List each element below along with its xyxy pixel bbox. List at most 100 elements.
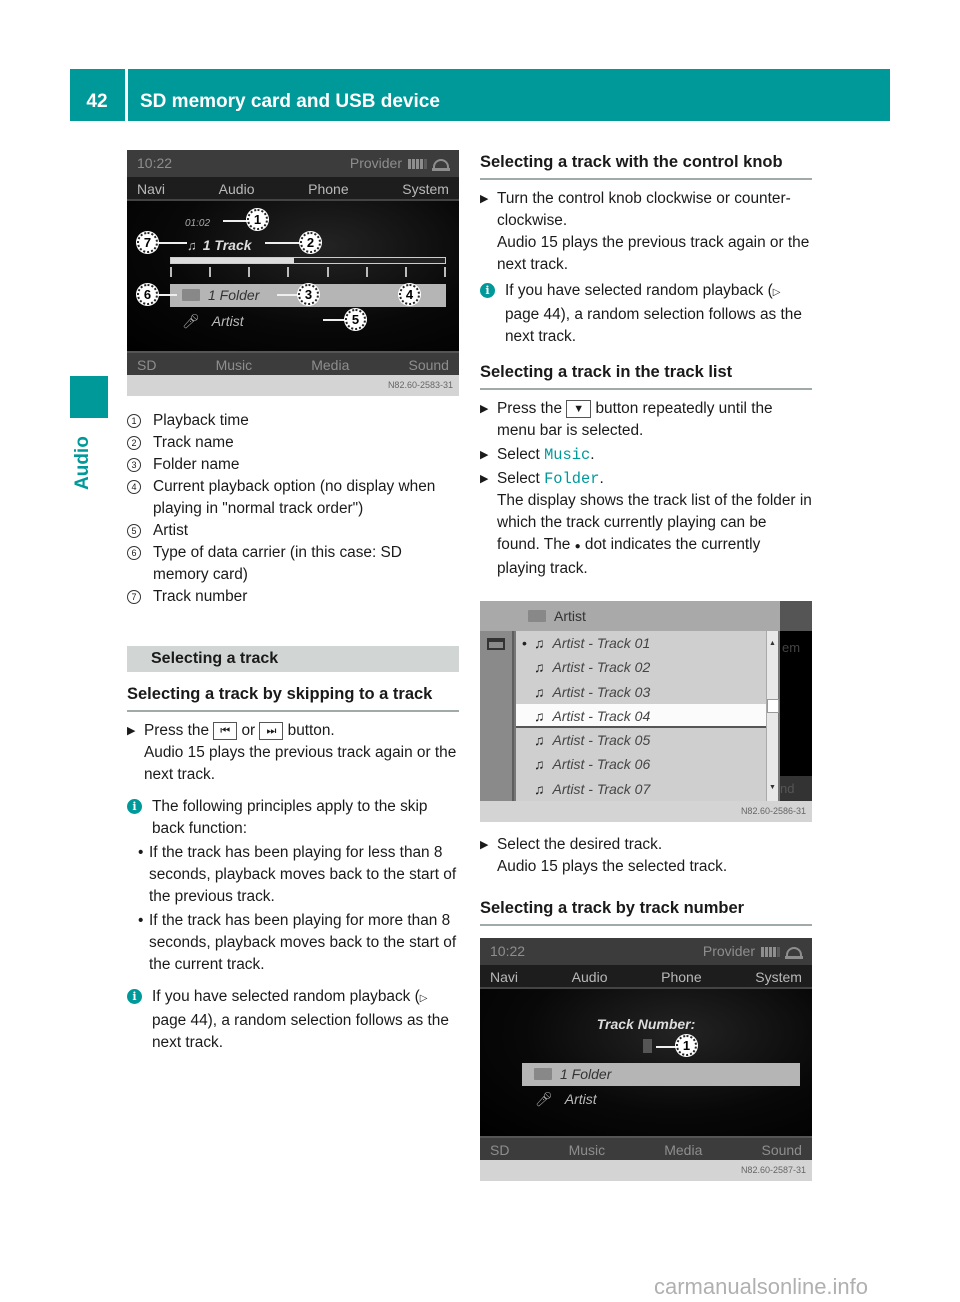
provider-label: Provider (349, 155, 402, 171)
music-note-icon: ♫ (534, 732, 545, 749)
figure-code: N82.60-2586-31 (480, 801, 812, 822)
sd-card-icon (528, 610, 546, 622)
artist-microphone-icon: 🎤︎ (535, 1091, 553, 1107)
instruction-step: ▶ Select Folder. The display shows the t… (480, 468, 812, 580)
folder-up-icon[interactable] (487, 638, 505, 650)
menu-navi[interactable]: Navi (490, 965, 518, 987)
music-note-icon: ♫ (534, 635, 545, 651)
track-list-item[interactable]: ♫ Artist - Track 07 (516, 777, 766, 801)
track-title: Artist - Track 06 (552, 756, 651, 773)
track-list-header: Artist (480, 601, 780, 631)
page-header: 42 SD memory card and USB device (70, 69, 890, 121)
background-display: em nd (780, 601, 812, 801)
info-note: i The following principles apply to the … (127, 796, 459, 840)
menu-item-folder-ref: Folder (544, 470, 600, 488)
legend-item: 4 Current playback option (no display whe… (127, 476, 459, 520)
playback-time: 01:02 (185, 218, 211, 229)
instruction-step: ▶ Select the desired track. Audio 15 play… (480, 834, 812, 878)
progress-bar (170, 257, 446, 264)
page-number: 42 (86, 91, 108, 112)
menu-audio[interactable]: Audio (219, 177, 255, 199)
track-list-sidebar (480, 631, 514, 801)
info-icon: i (127, 989, 142, 1004)
page-ref-arrow-icon: ▷ (772, 287, 781, 298)
heading-track-list: Selecting a track in the track list (480, 360, 812, 390)
track-title: Artist - Track 03 (552, 683, 651, 700)
page-reference-link[interactable]: page 44 (152, 1012, 208, 1029)
info-note: i If you have selected random playback (… (480, 280, 812, 348)
bullet-item: • If the track has been playing for less … (138, 844, 457, 905)
track-title: Artist - Track 07 (552, 780, 651, 797)
track-number-input[interactable] (643, 1039, 652, 1053)
track-list-item[interactable]: ♫ Artist - Track 06 (516, 752, 766, 776)
menu-music[interactable]: Music (569, 1138, 606, 1160)
playing-dot-icon: • (522, 635, 527, 651)
right-column: Selecting a track with the control knob … (480, 150, 812, 1181)
legend-item: 5 Artist (127, 520, 459, 542)
folder-name: 1 Folder (208, 287, 260, 303)
heading-skipping: Selecting a track by skipping to a track (127, 682, 459, 712)
folder-name: 1 Folder (560, 1066, 612, 1082)
callout-5: 5 (345, 309, 366, 330)
track-list-item[interactable]: ♫ Artist - Track 04 (516, 703, 766, 729)
step-result: Audio 15 plays the previous track again … (144, 744, 457, 783)
chapter-title: SD memory card and USB device (140, 91, 440, 112)
callout-leader (656, 1046, 678, 1048)
menu-navi[interactable]: Navi (137, 177, 165, 199)
music-note-icon: ♫ (534, 780, 545, 797)
menu-music[interactable]: Music (216, 353, 253, 375)
progress-fill (171, 258, 295, 263)
info-icon: i (480, 283, 495, 298)
page-reference-link[interactable]: page 44 (505, 306, 561, 323)
info-icon: i (127, 799, 142, 814)
callout-3: 3 (298, 284, 319, 305)
clock: 10:22 (490, 943, 526, 959)
menu-system[interactable]: System (402, 177, 449, 199)
sd-card-icon (182, 289, 200, 301)
folder-row[interactable]: 1 Folder (522, 1063, 800, 1086)
menu-audio[interactable]: Audio (572, 965, 608, 987)
menu-media[interactable]: Media (664, 1138, 702, 1160)
track-list-item[interactable]: ♫ Artist - Track 05 (516, 728, 766, 752)
callout-1: 1 (676, 1035, 697, 1056)
menu-media[interactable]: Media (311, 353, 349, 375)
track-name-row: ♫ 1 Track (187, 234, 252, 257)
track-list-item[interactable]: ♫ Artist - Track 03 (516, 680, 766, 704)
step-arrow-icon: ▶ (480, 839, 489, 851)
menu-sd[interactable]: SD (137, 353, 156, 375)
header-divider (125, 69, 128, 121)
track-list-item[interactable]: • ♫ Artist - Track 01 (516, 631, 766, 655)
step-result: Audio 15 plays the selected track. (497, 858, 728, 875)
track-list-item[interactable]: ♫ Artist - Track 02 (516, 655, 766, 679)
scrollbar-thumb[interactable] (767, 699, 779, 713)
menu-phone[interactable]: Phone (661, 965, 701, 987)
menu-sd[interactable]: SD (490, 1138, 509, 1160)
menu-sound[interactable]: Sound (761, 1138, 801, 1160)
menu-sound[interactable]: Sound (408, 353, 448, 375)
menu-item-music-ref: Music (544, 446, 591, 464)
step-result: Audio 15 plays the previous track again … (497, 234, 810, 273)
instruction-step: ▶ Turn the control knob clockwise or cou… (480, 188, 812, 276)
callout-1: 1 (247, 209, 268, 230)
step-arrow-icon: ▶ (480, 193, 489, 205)
instruction-step: ▶ Select Music. (480, 446, 595, 464)
step-arrow-icon: ▶ (480, 403, 489, 415)
heading-track-number: Selecting a track by track number (480, 896, 812, 926)
menu-system[interactable]: System (755, 965, 802, 987)
step-arrow-icon: ▶ (127, 725, 136, 737)
provider-status: Provider (703, 938, 803, 965)
track-title: Artist - Track 05 (552, 732, 651, 749)
main-menu-bar: Navi Audio Phone System (127, 177, 459, 201)
track-list: • ♫ Artist - Track 01 ♫ Artist - Track 02 ♫ Ar… (516, 631, 766, 801)
scrollbar[interactable]: ▲ ▼ (766, 631, 779, 801)
display-body: Track Number: 1 1 Folder 🎤︎ Artist (480, 989, 812, 1136)
figure-code: N82.60-2587-31 (480, 1160, 812, 1181)
scroll-up-icon[interactable]: ▲ (769, 633, 776, 655)
menu-phone[interactable]: Phone (308, 177, 348, 199)
heading-control-knob: Selecting a track with the control knob (480, 150, 812, 180)
track-number-label: Track Number: (596, 1016, 696, 1032)
instruction-step: ▶ Press the ▼ button repeatedly until th… (480, 398, 812, 442)
scroll-down-icon[interactable]: ▼ (769, 777, 776, 799)
watermark: carmanualsonline.info (654, 1274, 869, 1299)
track-title: Artist - Track 04 (552, 707, 651, 724)
